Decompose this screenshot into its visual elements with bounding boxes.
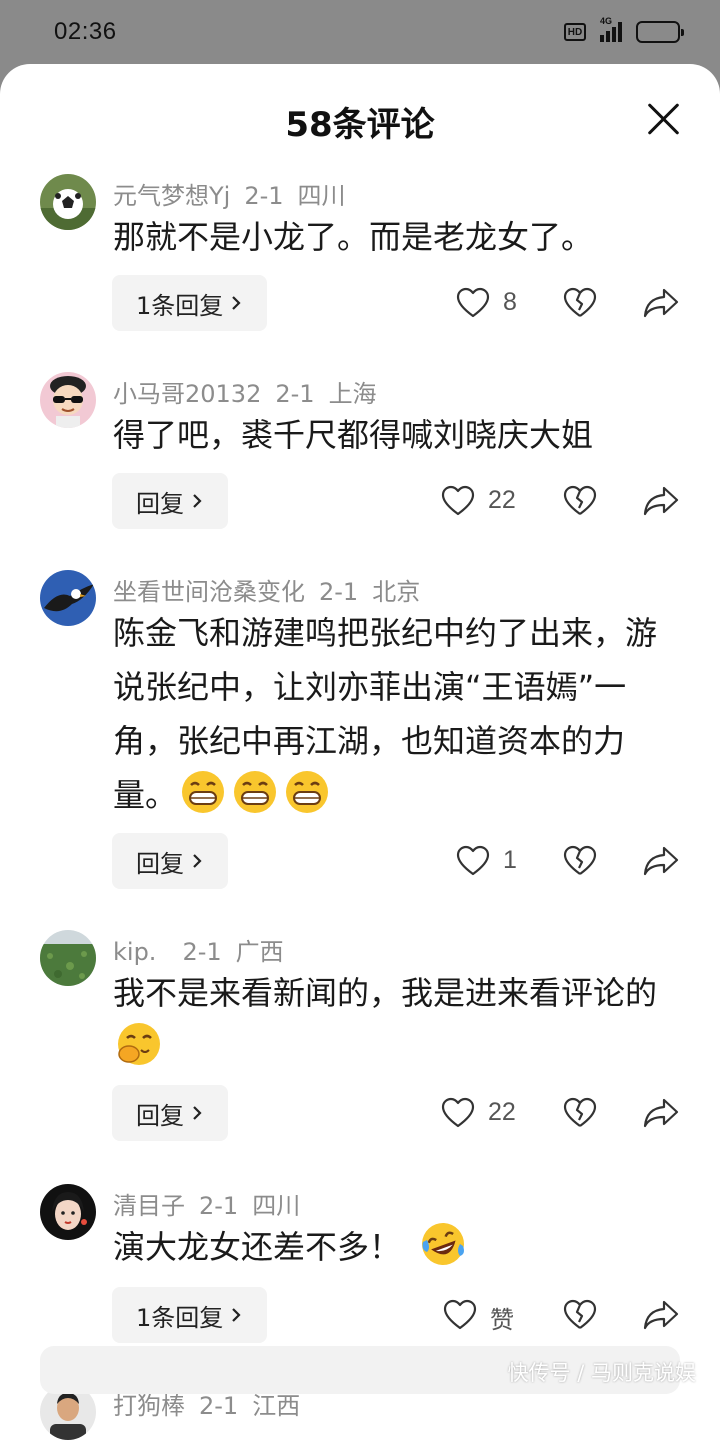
comment-location: 四川: [252, 1192, 301, 1220]
comment-location: 四川: [297, 182, 346, 210]
comment-text: 陈金飞和游建鸣把张纪中约了出来，游说张纪中，让刘亦菲出演“王语嫣”一角，张纪中再…: [113, 606, 683, 822]
comment-username[interactable]: 清目子: [113, 1192, 185, 1220]
comment-body: 那就不是小龙了。而是老龙女了。: [113, 218, 594, 256]
comment-meta: 小马哥20132 2-1 上海: [113, 374, 391, 409]
grin-emoji: [281, 771, 333, 814]
heart-icon[interactable]: [441, 485, 475, 517]
comment-text: 我不是来看新闻的，我是进来看评论的: [113, 966, 683, 1074]
comment-text: 那就不是小龙了。而是老龙女了。: [113, 210, 683, 264]
comment-date: 2-1: [319, 578, 359, 606]
field-avatar[interactable]: [40, 930, 96, 986]
comment-text: 演大龙女还差不多！: [113, 1220, 683, 1274]
heart-icon[interactable]: [441, 1097, 475, 1129]
comment-text: 得了吧，裘千尺都得喊刘晓庆大姐: [113, 408, 683, 462]
hd-icon: HD: [564, 23, 586, 41]
grin-emoji: [177, 771, 229, 814]
comment-actions: 22: [0, 1085, 720, 1141]
comment-location: 广西: [235, 938, 284, 966]
broken-heart-icon[interactable]: [563, 287, 597, 319]
comment-location: 上海: [328, 380, 377, 408]
comment-username[interactable]: 打狗棒: [113, 1392, 185, 1420]
comment-body: 演大龙女还差不多！: [113, 1228, 402, 1266]
comment-meta: kip. 2-1 广西: [113, 932, 298, 967]
heart-icon[interactable]: [443, 1299, 477, 1331]
comment-meta: 清目子 2-1 四川: [113, 1186, 314, 1221]
comment-date: 2-1: [199, 1392, 239, 1420]
comment-meta: 元气梦想Yj 2-1 四川: [113, 176, 360, 211]
comment-username[interactable]: 坐看世间沧桑变化: [113, 578, 305, 606]
comment-body: 我不是来看新闻的，我是进来看评论的: [113, 974, 658, 1012]
cartoon-sunglasses-avatar[interactable]: [40, 372, 96, 428]
comment-body: 得了吧，裘千尺都得喊刘晓庆大姐: [113, 416, 594, 454]
broken-heart-icon[interactable]: [563, 845, 597, 877]
share-icon[interactable]: [643, 1299, 679, 1331]
comment-date: 2-1: [275, 380, 315, 408]
share-icon[interactable]: [643, 485, 679, 517]
comment-location: 江西: [252, 1392, 301, 1420]
share-icon[interactable]: [643, 1097, 679, 1129]
comment-actions: 赞: [0, 1287, 720, 1343]
comment-username[interactable]: 小马哥20132: [113, 380, 261, 408]
comment-actions: 8: [0, 275, 720, 331]
status-icons: HD 4G: [564, 16, 684, 43]
like-count: 22: [488, 486, 516, 514]
share-icon[interactable]: [643, 287, 679, 319]
heart-icon[interactable]: [456, 845, 490, 877]
status-time: 02:36: [54, 18, 117, 45]
comments-sheet: 58条评论 元气梦想Yj 2-1 四川 那就不是小龙了。而是老龙女了。 1条回复 8…: [0, 64, 720, 1450]
giggle-emoji: [113, 1023, 165, 1066]
eagle-avatar[interactable]: [40, 570, 96, 626]
comment-date: 2-1: [182, 938, 222, 966]
laugh-cry-emoji: [417, 1223, 469, 1266]
share-icon[interactable]: [643, 845, 679, 877]
signal-icon: 4G: [600, 16, 622, 42]
like-label: 赞: [490, 1306, 514, 1334]
broken-heart-icon[interactable]: [563, 1097, 597, 1129]
broken-heart-icon[interactable]: [563, 485, 597, 517]
status-bar: 02:36 HD 4G: [0, 0, 720, 64]
woman-portrait-avatar[interactable]: [40, 1184, 96, 1240]
comment-date: 2-1: [199, 1192, 239, 1220]
comment-username[interactable]: kip.: [113, 938, 156, 966]
heart-icon[interactable]: [456, 287, 490, 319]
close-icon[interactable]: [646, 102, 680, 136]
soccer-ball-avatar[interactable]: [40, 174, 96, 230]
broken-heart-icon[interactable]: [563, 1299, 597, 1331]
comment-date: 2-1: [244, 182, 284, 210]
comment-location: 北京: [372, 578, 421, 606]
watermark-text: 快传号 / 马则克说娱: [507, 1361, 696, 1385]
sheet-header: 58条评论: [0, 64, 720, 176]
like-count: 1: [503, 846, 517, 874]
comment-username[interactable]: 元气梦想Yj: [113, 182, 230, 210]
comment-meta: 坐看世间沧桑变化 2-1 北京: [113, 572, 434, 607]
comment-count-title: 58条评论: [285, 104, 435, 145]
grin-emoji: [229, 771, 281, 814]
battery-icon: [636, 21, 684, 43]
comment-actions: 22: [0, 473, 720, 529]
comment-actions: 1: [0, 833, 720, 889]
like-count: 8: [503, 288, 517, 316]
like-count: 22: [488, 1098, 516, 1126]
